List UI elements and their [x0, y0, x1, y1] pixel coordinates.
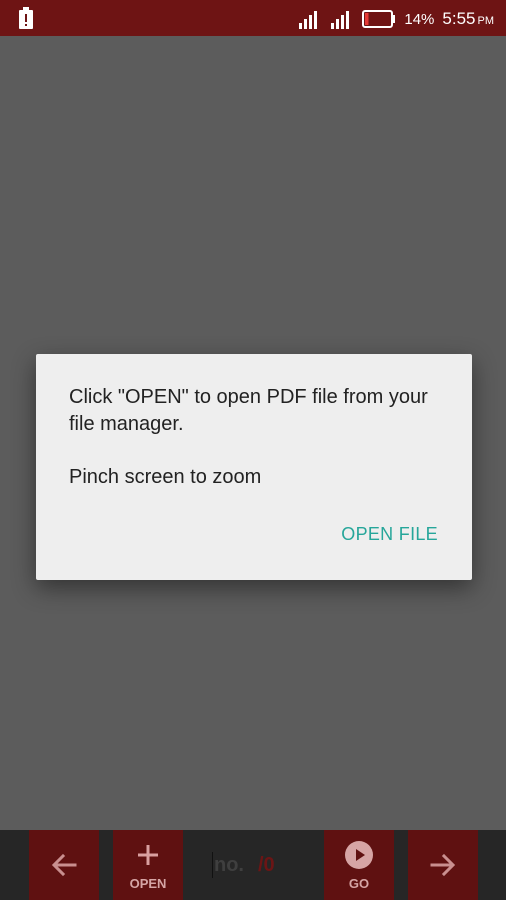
page-number-input[interactable]: no. /0 [196, 830, 320, 900]
battery-low-icon [362, 10, 396, 28]
text-cursor [212, 852, 213, 878]
previous-page-button[interactable] [29, 830, 99, 900]
open-button[interactable]: OPEN [113, 830, 183, 900]
clock-time: 5:55 [442, 9, 476, 28]
arrow-left-icon [51, 853, 77, 877]
battery-alert-icon [19, 7, 33, 29]
page-total: /0 [258, 854, 275, 876]
open-file-dialog: Click "OPEN" to open PDF file from your … [36, 354, 472, 580]
next-page-button[interactable] [408, 830, 478, 900]
bottom-toolbar: OPEN no. /0 GO [0, 830, 506, 900]
plus-icon [138, 845, 158, 865]
play-circle-icon [345, 841, 373, 869]
go-button[interactable]: GO [324, 830, 394, 900]
dialog-message: Click "OPEN" to open PDF file from your … [69, 386, 428, 435]
signal-icon [331, 11, 350, 29]
signal-icon [299, 11, 318, 29]
battery-percent: 14% [404, 10, 435, 28]
clock-ampm: PM [477, 15, 495, 27]
page-number-placeholder: no. [214, 854, 244, 876]
open-button-label: OPEN [129, 876, 167, 891]
dialog-hint: Pinch screen to zoom [69, 466, 262, 488]
status-bar: 14% 5:55 PM [0, 0, 506, 36]
arrow-right-icon [430, 853, 456, 877]
go-button-label: GO [348, 876, 370, 891]
open-file-button[interactable]: OPEN FILE [341, 524, 438, 545]
